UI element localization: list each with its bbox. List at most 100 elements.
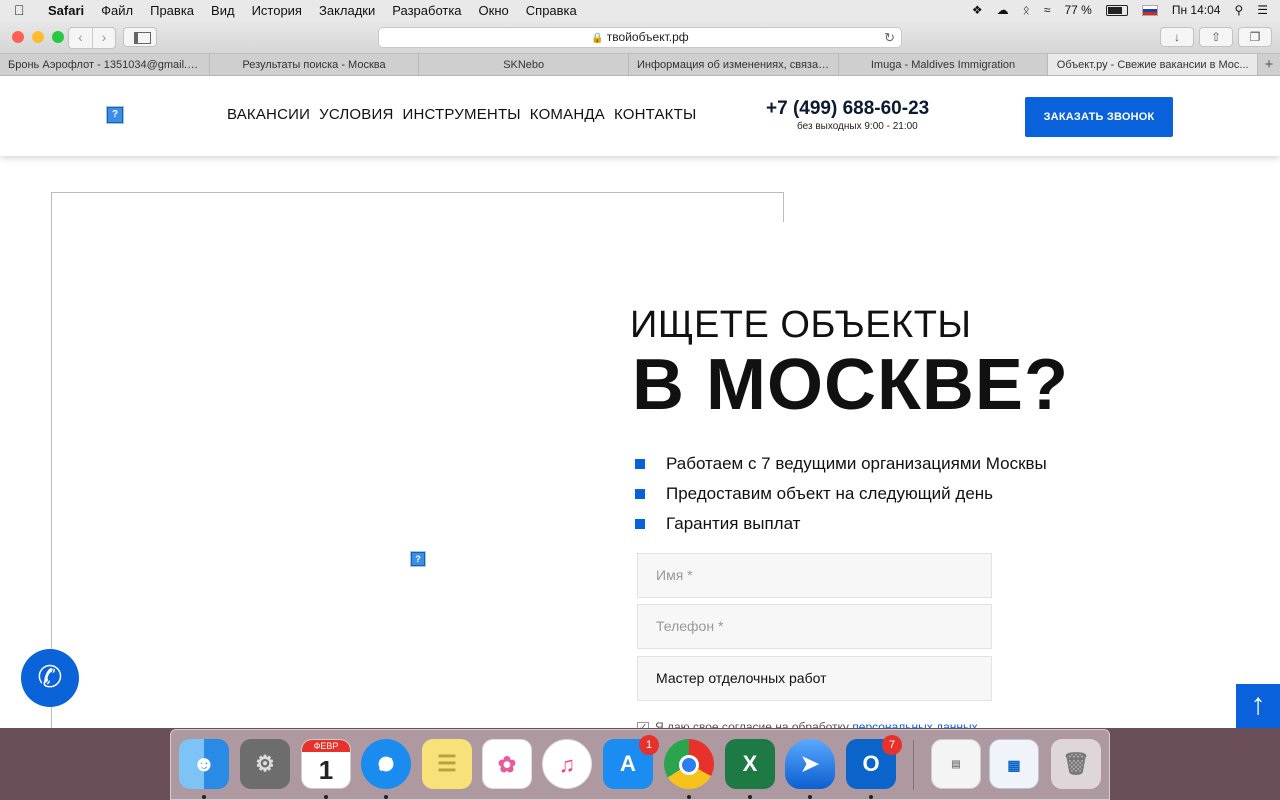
nav-team[interactable]: КОМАНДА [530,106,605,123]
benefit-text: Предоставим объект на следующий день [666,484,994,503]
system-preferences-icon[interactable]: ⚙ [240,739,290,789]
tab-sknebo[interactable]: SKNebo [419,54,630,75]
tab-search-results[interactable]: Результаты поиска - Москва [210,54,420,75]
dock-separator [913,740,914,790]
excel-icon[interactable]: X [725,739,775,789]
tab-overview-button[interactable]: ❐ [1238,27,1272,47]
status-area: ❖ ☁ ᛟ ≈ 77 % Пн 14:04 ⚲ ☰ [972,0,1268,20]
calendar-day: 1 [318,755,334,785]
menu-develop[interactable]: Разработка [392,3,461,18]
running-indicator [324,795,328,799]
hero-frame-edge [783,192,784,222]
benefit-text: Работаем с 7 ведущими организациями Моск… [666,454,1047,473]
url-text: твойобъект.рф [606,30,689,44]
outlook-window-icon[interactable]: ▦ [989,739,1039,789]
chrome-icon[interactable] [664,739,714,789]
minimize-window-button[interactable] [32,31,44,43]
pdf-document-icon[interactable]: ▤ [931,739,981,789]
tab-imuga[interactable]: Imuga - Maldives Immigration [839,54,1049,75]
wifi-icon[interactable]: ≈ [1044,3,1051,17]
battery-icon[interactable] [1105,4,1128,16]
sidebar-toggle-button[interactable] [123,27,157,47]
outlook-letter: O [862,751,880,776]
bluetooth-icon[interactable]: ᛟ [1023,3,1030,17]
music-icon[interactable]: ♫ [542,739,592,789]
battery-percent: 77 % [1064,3,1092,17]
new-tab-button[interactable]: + [1258,54,1280,75]
running-indicator [869,795,873,799]
running-indicator [808,795,812,799]
outlook-icon[interactable]: O7 [846,735,902,789]
input-source-flag-icon[interactable] [1141,4,1158,16]
menu-bookmarks[interactable]: Закладки [319,3,375,18]
calendar-month: ФЕВР [302,740,350,752]
back-button[interactable]: ‹ [69,28,92,48]
bullet-square-icon [635,489,645,499]
bullet-square-icon [635,459,645,469]
outlook-badge: 7 [882,735,902,755]
menu-edit[interactable]: Правка [150,3,194,18]
benefits-list: Работаем с 7 ведущими организациями Моск… [635,449,1047,539]
safari-icon[interactable]: ➚ [361,739,411,789]
lock-icon: 🔒 [591,33,604,44]
main-nav: ВАКАНСИИ УСЛОВИЯ ИНСТРУМЕНТЫ КОМАНДА КОН… [227,106,696,123]
nav-vacancies[interactable]: ВАКАНСИИ [227,106,310,123]
running-indicator [384,795,388,799]
nav-contacts[interactable]: КОНТАКТЫ [614,106,697,123]
menu-app-safari[interactable]: Safari [48,3,84,18]
menu-view[interactable]: Вид [211,3,235,18]
reload-icon[interactable]: ↻ [884,28,895,47]
fullscreen-window-button[interactable] [52,31,64,43]
hero-broken-image-icon: ? [410,551,426,567]
bullet-square-icon [635,519,645,529]
dropbox-icon[interactable]: ❖ [972,3,983,17]
nav-tools[interactable]: ИНСТРУМЕНТЫ [403,106,521,123]
close-window-button[interactable] [12,31,24,43]
running-indicator [687,795,691,799]
menu-history[interactable]: История [252,3,302,18]
downloads-button[interactable]: ↓ [1160,27,1194,47]
finder-icon[interactable]: ☻ [179,739,229,789]
scroll-top-button[interactable]: ↑ [1236,684,1280,728]
benefit-item: Предоставим объект на следующий день [635,479,1047,509]
tab-bar: Бронь Аэрофлот - 1351034@gmail.c... Резу… [0,54,1280,76]
tab-info-changes[interactable]: Информация об изменениях, связан... [629,54,839,75]
notes-icon[interactable]: ☰ [422,739,472,789]
cloud-icon[interactable]: ☁ [997,3,1009,17]
app-store-icon[interactable]: A1 [603,735,659,789]
name-input[interactable]: Имя * [637,553,992,598]
tab-object-ru[interactable]: Объект.ру - Свежие вакансии в Мос... [1048,54,1259,75]
address-bar[interactable]: 🔒 твойобъект.рф ↻ [378,27,902,48]
phone-input[interactable]: Телефон * [637,604,992,649]
running-indicator [202,795,206,799]
share-button[interactable]: ⇧ [1199,27,1233,47]
personal-data-link[interactable]: персональных данных [852,720,977,728]
clock[interactable]: Пн 14:04 [1172,3,1221,17]
consent-row: ✓ Я даю свое согласие на обработку персон… [637,720,978,728]
phone-icon: ✆ [37,661,63,694]
trash-icon[interactable]: 🗑 [1051,739,1101,789]
history-nav: ‹ › [68,27,116,49]
apple-menu-icon[interactable]:  [14,2,30,18]
forward-button[interactable]: › [92,28,115,48]
dock: ☻ ⚙ ФЕВР 1 ➚ ☰ ✿ ♫ A1 X ➤ O7 ▤ ▦ 🗑 [170,729,1110,800]
tab-aeroflot[interactable]: Бронь Аэрофлот - 1351034@gmail.c... [0,54,210,75]
menu-window[interactable]: Окно [479,3,509,18]
photos-icon[interactable]: ✿ [482,739,532,789]
browser-toolbar: ‹ › 🔒 твойобъект.рф ↻ ↓ ⇧ ❐ [0,20,1280,54]
arrow-up-icon: ↑ [1250,688,1266,721]
calendar-icon[interactable]: ФЕВР 1 [301,739,351,789]
app-store-badge: 1 [639,735,659,755]
profession-select[interactable]: Мастер отделочных работ [637,656,992,701]
nav-conditions[interactable]: УСЛОВИЯ [319,106,393,123]
notification-center-icon[interactable]: ☰ [1257,3,1268,17]
menu-file[interactable]: Файл [101,3,133,18]
menu-help[interactable]: Справка [526,3,577,18]
order-call-button[interactable]: ЗАКАЗАТЬ ЗВОНОК [1025,97,1173,137]
spotlight-search-icon[interactable]: ⚲ [1234,3,1243,17]
cloud-app-icon[interactable]: ➤ [785,739,835,789]
header-phone[interactable]: +7 (499) 688-60-23 [766,98,929,120]
consent-checkbox[interactable]: ✓ [637,721,649,728]
logo-broken-image-icon[interactable]: ? [106,106,124,124]
floating-call-button[interactable]: ✆ [21,649,79,707]
